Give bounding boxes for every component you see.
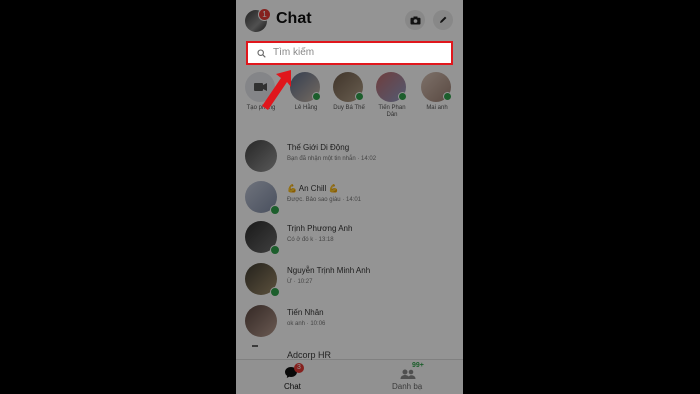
header: 1 Chat <box>236 0 463 40</box>
chat-snippet: Ừ · 10:27 <box>287 279 313 285</box>
tab-chat-label: Chat <box>284 382 301 391</box>
chat-name: 💪 An Chill 💪 <box>287 184 339 193</box>
avatar <box>376 72 407 102</box>
chat-tab-badge: 3 <box>294 363 304 373</box>
chat-name[interactable]: Adcorp HR <box>287 350 331 360</box>
chat-snippet: Được. Bảo sao giàu · 14:01 <box>287 197 361 203</box>
online-indicator <box>270 205 280 215</box>
story-label: Mai anh <box>426 105 448 111</box>
chat-name: Trịnh Phương Anh <box>287 224 353 233</box>
search-field[interactable]: Tìm kiếm <box>251 45 448 61</box>
story-label: Tiến Phan Dân <box>378 105 406 118</box>
chat-item[interactable]: 💪 An Chill 💪 Được. Bảo sao giàu · 14:01 <box>236 178 463 218</box>
camera-button[interactable] <box>405 10 425 30</box>
chat-name: Thế Giới Di Động <box>287 143 350 152</box>
chat-item[interactable]: Nguyễn Trịnh Minh Anh Ừ · 10:27 <box>236 260 463 300</box>
messenger-screen: 1 Chat Tìm kiếm <box>236 0 463 394</box>
online-indicator <box>270 287 280 297</box>
chat-snippet: Có ở đó k · 13:18 <box>287 237 334 243</box>
chat-snippet: ok anh · 10:06 <box>287 321 326 327</box>
notification-badge: 1 <box>258 8 271 21</box>
online-indicator <box>355 92 364 101</box>
search-icon <box>257 49 266 58</box>
more-dots-icon <box>252 345 258 347</box>
camera-icon <box>410 16 420 24</box>
chat-snippet: Bạn đã nhận một tin nhắn · 14:02 <box>287 156 377 162</box>
story-item[interactable]: Mai anh <box>421 72 453 112</box>
online-indicator <box>312 92 321 101</box>
page-title: Chat <box>276 10 312 27</box>
avatar <box>333 72 364 102</box>
chat-item[interactable]: Tiến Nhân ok anh · 10:06 <box>236 302 463 342</box>
story-label: Duy Bá Thế <box>333 105 365 111</box>
red-pointer-arrow-icon <box>262 70 291 110</box>
online-indicator <box>398 92 407 101</box>
chat-item[interactable]: Trịnh Phương Anh Có ở đó k · 13:18 <box>236 218 463 258</box>
contacts-icon <box>400 369 416 379</box>
pencil-icon <box>440 16 447 23</box>
contacts-tab-badge: 99+ <box>412 362 424 369</box>
compose-button[interactable] <box>433 10 453 30</box>
chat-item[interactable]: Thế Giới Di Động Bạn đã nhận một tin nhắ… <box>236 137 463 177</box>
avatar <box>245 305 277 337</box>
search-placeholder-text: Tìm kiếm <box>273 47 315 58</box>
chat-name: Tiến Nhân <box>287 308 324 317</box>
avatar <box>245 140 277 172</box>
avatar <box>421 72 452 102</box>
online-indicator <box>443 92 452 101</box>
story-item[interactable]: Tiến Phan Dân <box>376 72 408 119</box>
online-indicator <box>270 245 280 255</box>
chat-name: Nguyễn Trịnh Minh Anh <box>287 266 371 275</box>
search-box-highlight[interactable]: Tìm kiếm <box>246 41 453 65</box>
bottom-tab-bar: 3 Chat 99+ Danh bạ <box>236 359 463 394</box>
story-item[interactable]: Duy Bá Thế <box>333 72 365 112</box>
tab-contacts-label: Danh bạ <box>392 382 423 391</box>
